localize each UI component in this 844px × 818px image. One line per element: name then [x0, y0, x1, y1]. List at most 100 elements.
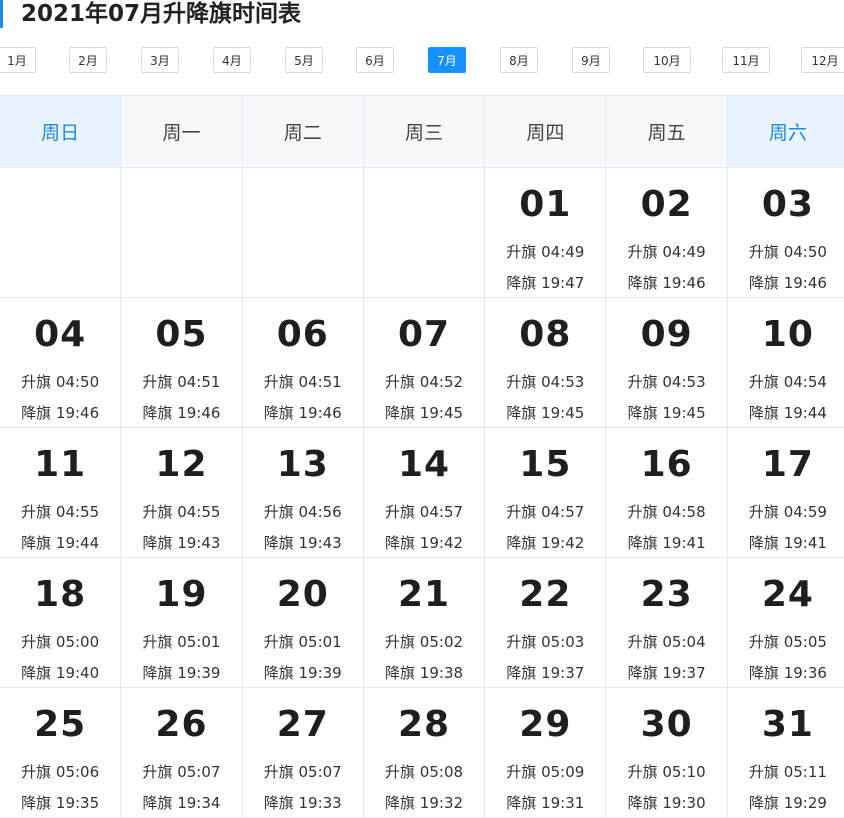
month-tab-7[interactable]: 7月 [428, 47, 466, 73]
flag-raise-time: 升旗 04:51 [263, 373, 342, 391]
day-number: 30 [640, 704, 693, 745]
day-number: 20 [276, 574, 329, 615]
day-number: 05 [155, 314, 208, 355]
day-number: 03 [761, 184, 814, 225]
flag-lower-time: 降旗 19:41 [627, 534, 706, 552]
day-cell: 21 升旗 05:02 降旗 19:38 [363, 558, 486, 688]
flag-lower-time: 降旗 19:44 [748, 404, 827, 422]
page-title-wrap: 2021年07月升降旗时间表 [0, 0, 301, 28]
weekday-header: 周日 周一 周二 周三 周四 周五 周六 [0, 95, 844, 168]
flag-raise-time: 升旗 05:06 [21, 763, 100, 781]
flag-raise-time: 升旗 04:59 [748, 503, 827, 521]
flag-lower-time: 降旗 19:46 [748, 274, 827, 292]
flag-raise-time: 升旗 05:09 [506, 763, 585, 781]
flag-lower-time: 降旗 19:47 [506, 274, 585, 292]
day-number: 18 [34, 574, 87, 615]
day-number: 22 [519, 574, 572, 615]
flag-raise-time: 升旗 05:05 [748, 633, 827, 651]
empty-day-cell [242, 168, 364, 298]
flag-raise-time: 升旗 04:53 [506, 373, 585, 391]
weekday-tue: 周二 [242, 95, 364, 168]
flag-raise-time: 升旗 04:49 [506, 243, 585, 261]
flag-raise-time: 升旗 04:55 [21, 503, 100, 521]
flag-lower-time: 降旗 19:33 [263, 794, 342, 812]
flag-lower-time: 降旗 19:46 [21, 404, 100, 422]
empty-day-cell [363, 168, 486, 298]
month-tab-3[interactable]: 3月 [141, 47, 179, 73]
day-cell: 31 升旗 05:11 降旗 19:29 [727, 688, 844, 818]
flag-lower-time: 降旗 19:46 [142, 404, 221, 422]
day-cell: 20 升旗 05:01 降旗 19:39 [242, 558, 364, 688]
flag-lower-time: 降旗 19:44 [21, 534, 100, 552]
month-tab-9[interactable]: 9月 [572, 47, 610, 73]
month-tab-5[interactable]: 5月 [285, 47, 323, 73]
flag-raise-time: 升旗 04:51 [142, 373, 221, 391]
day-cell: 15 升旗 04:57 降旗 19:42 [485, 428, 607, 558]
month-tab-11[interactable]: 11月 [722, 47, 770, 73]
week-row: 01 升旗 04:49 降旗 19:47 02 升旗 04:49 降旗 19:46 03 升旗… [0, 168, 844, 298]
week-row: 11 升旗 04:55 降旗 19:44 12 升旗 04:55 降旗 19:43 13 升旗… [0, 428, 844, 558]
flag-lower-time: 降旗 19:36 [748, 664, 827, 682]
weekday-wed: 周三 [363, 95, 486, 168]
flag-raise-time: 升旗 05:10 [627, 763, 706, 781]
day-number: 14 [397, 444, 451, 485]
month-tab-2[interactable]: 2月 [69, 47, 107, 73]
calendar-body: 01 升旗 04:49 降旗 19:47 02 升旗 04:49 降旗 19:46 03 升旗… [0, 168, 844, 818]
flag-lower-time: 降旗 19:45 [627, 404, 706, 422]
day-number: 28 [397, 704, 451, 745]
day-cell: 10 升旗 04:54 降旗 19:44 [727, 298, 844, 428]
day-cell: 23 升旗 05:04 降旗 19:37 [606, 558, 728, 688]
month-tab-12[interactable]: 12月 [801, 47, 844, 73]
flag-lower-time: 降旗 19:30 [627, 794, 706, 812]
flag-raise-time: 升旗 05:01 [142, 633, 221, 651]
day-number: 21 [397, 574, 451, 615]
flag-lower-time: 降旗 19:46 [263, 404, 342, 422]
day-cell: 19 升旗 05:01 降旗 19:39 [121, 558, 243, 688]
week-row: 18 升旗 05:00 降旗 19:40 19 升旗 05:01 降旗 19:39 20 升旗… [0, 558, 844, 688]
day-cell: 03 升旗 04:50 降旗 19:46 [727, 168, 844, 298]
day-number: 01 [519, 184, 572, 225]
flag-raise-time: 升旗 05:04 [627, 633, 706, 651]
flag-lower-time: 降旗 19:39 [263, 664, 342, 682]
day-cell: 02 升旗 04:49 降旗 19:46 [606, 168, 728, 298]
day-cell: 26 升旗 05:07 降旗 19:34 [121, 688, 243, 818]
flag-raise-time: 升旗 05:07 [142, 763, 221, 781]
flag-lower-time: 降旗 19:46 [627, 274, 706, 292]
day-number: 24 [761, 574, 814, 615]
flag-lower-time: 降旗 19:38 [385, 664, 464, 682]
flag-raise-time: 升旗 04:56 [263, 503, 342, 521]
day-cell: 30 升旗 05:10 降旗 19:30 [606, 688, 728, 818]
day-number: 17 [761, 444, 814, 485]
flag-raise-time: 升旗 05:07 [263, 763, 342, 781]
day-cell: 22 升旗 05:03 降旗 19:37 [485, 558, 607, 688]
flag-raise-time: 升旗 05:08 [385, 763, 464, 781]
flag-lower-time: 降旗 19:43 [142, 534, 221, 552]
month-tab-8[interactable]: 8月 [500, 47, 538, 73]
day-number: 27 [276, 704, 329, 745]
weekday-thu: 周四 [485, 95, 607, 168]
flag-raise-time: 升旗 05:00 [21, 633, 100, 651]
day-cell: 07 升旗 04:52 降旗 19:45 [363, 298, 486, 428]
flag-raise-time: 升旗 05:03 [506, 633, 585, 651]
day-number: 25 [34, 704, 87, 745]
month-tab-1[interactable]: 1月 [0, 47, 36, 73]
flag-lower-time: 降旗 19:37 [506, 664, 585, 682]
day-cell: 25 升旗 05:06 降旗 19:35 [0, 688, 122, 818]
flag-raise-time: 升旗 04:58 [627, 503, 706, 521]
month-tab-6[interactable]: 6月 [356, 47, 394, 73]
flag-lower-time: 降旗 19:31 [506, 794, 585, 812]
flag-raise-time: 升旗 04:57 [506, 503, 585, 521]
day-number: 31 [761, 704, 814, 745]
weekday-fri: 周五 [606, 95, 728, 168]
day-number: 02 [640, 184, 693, 225]
day-number: 08 [519, 314, 572, 355]
day-number: 15 [519, 444, 572, 485]
flag-raise-time: 升旗 04:57 [385, 503, 464, 521]
flag-lower-time: 降旗 19:34 [142, 794, 221, 812]
day-cell: 27 升旗 05:07 降旗 19:33 [242, 688, 364, 818]
flag-raise-time: 升旗 04:54 [748, 373, 827, 391]
month-tab-4[interactable]: 4月 [213, 47, 251, 73]
flag-calendar: 周日 周一 周二 周三 周四 周五 周六 01 升旗 04:49 降旗 19:47 0… [0, 95, 844, 818]
day-cell: 16 升旗 04:58 降旗 19:41 [606, 428, 728, 558]
month-tab-10[interactable]: 10月 [643, 47, 691, 73]
